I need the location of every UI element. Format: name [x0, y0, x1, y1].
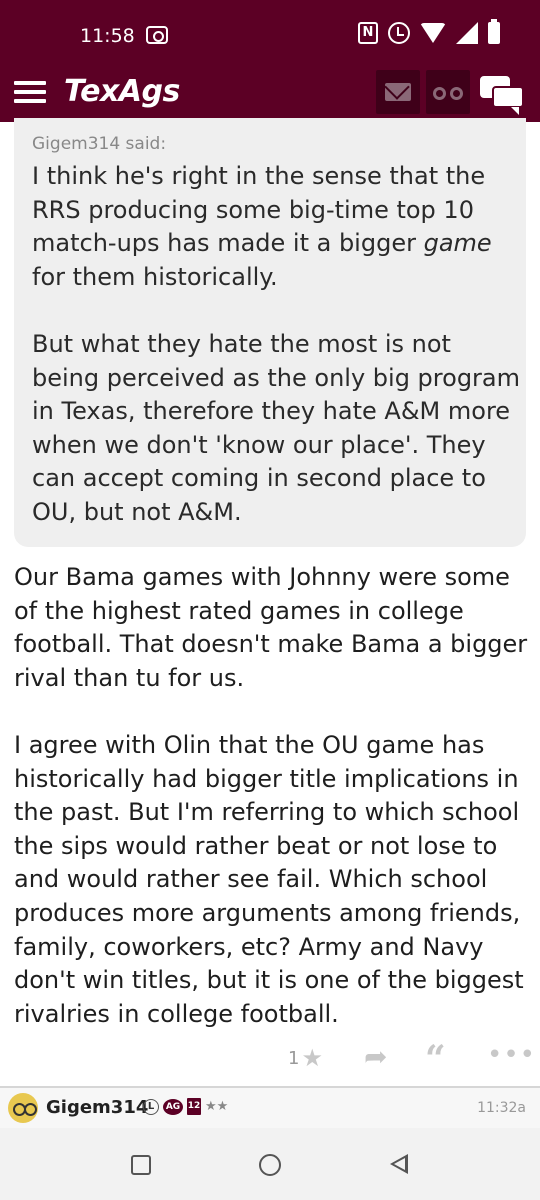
more-icon[interactable]: •••	[487, 1040, 536, 1070]
reply-icon[interactable]: ➦	[364, 1040, 387, 1073]
rating-stars: ★★	[205, 1099, 229, 1114]
recents-icon[interactable]	[131, 1155, 151, 1175]
star-icon: ★	[301, 1044, 323, 1072]
nav-bar	[0, 1128, 540, 1200]
like-count: 1	[288, 1047, 300, 1069]
app-bar: TexAgs	[0, 68, 540, 122]
username[interactable]: Gigem314	[46, 1097, 148, 1118]
post-actions: 1 ★ ➦ “ •••	[0, 1038, 540, 1080]
nfc-icon: N	[358, 22, 378, 44]
chat-button[interactable]	[480, 72, 526, 115]
avatar[interactable]	[8, 1093, 38, 1123]
quote-icon[interactable]: “	[425, 1038, 446, 1080]
mail-icon	[385, 83, 411, 101]
user-badges: L AG 12 ★★	[143, 1098, 228, 1115]
home-icon[interactable]	[259, 1154, 281, 1176]
binoculars-icon	[433, 83, 463, 101]
status-icons: N	[358, 19, 500, 44]
quote-paragraph: I think he's right in the sense that the…	[32, 162, 492, 291]
quote-text: I think he's right in the sense that the…	[32, 160, 522, 530]
cast-icon	[146, 26, 168, 44]
badge-12th-man: 12	[187, 1098, 201, 1115]
quote-paragraph: But what they hate the most is not being…	[32, 329, 521, 526]
watch-button[interactable]	[426, 70, 470, 114]
quoted-post: Gigem314 said: I think he's right in the…	[14, 118, 526, 547]
alarm-icon	[388, 22, 410, 44]
post-timestamp: 11:32a	[477, 1100, 526, 1116]
post-paragraph: I agree with Olin that the OU game has h…	[14, 730, 524, 1028]
badge-ag: AG	[163, 1098, 183, 1115]
quote-emphasis: game	[423, 229, 492, 258]
mail-button[interactable]	[376, 70, 420, 114]
post-body: Our Bama games with Johnny were some of …	[14, 561, 530, 1031]
post-paragraph: Our Bama games with Johnny were some of …	[14, 563, 528, 692]
status-bar: 11:58 N	[0, 0, 540, 68]
next-post-header: Gigem314 L AG 12 ★★ 11:32a	[0, 1088, 540, 1128]
battery-icon	[488, 19, 500, 44]
status-time: 11:58	[80, 25, 135, 47]
menu-icon[interactable]	[14, 79, 46, 105]
wifi-icon	[420, 23, 446, 43]
back-button[interactable]	[386, 1148, 416, 1182]
quote-author: Gigem314 said:	[32, 134, 167, 154]
back-icon	[390, 1154, 408, 1174]
signal-icon	[456, 22, 478, 44]
badge-l: L	[143, 1098, 159, 1115]
like-button[interactable]: 1 ★	[288, 1044, 323, 1072]
brand-logo[interactable]: TexAgs	[64, 74, 180, 109]
